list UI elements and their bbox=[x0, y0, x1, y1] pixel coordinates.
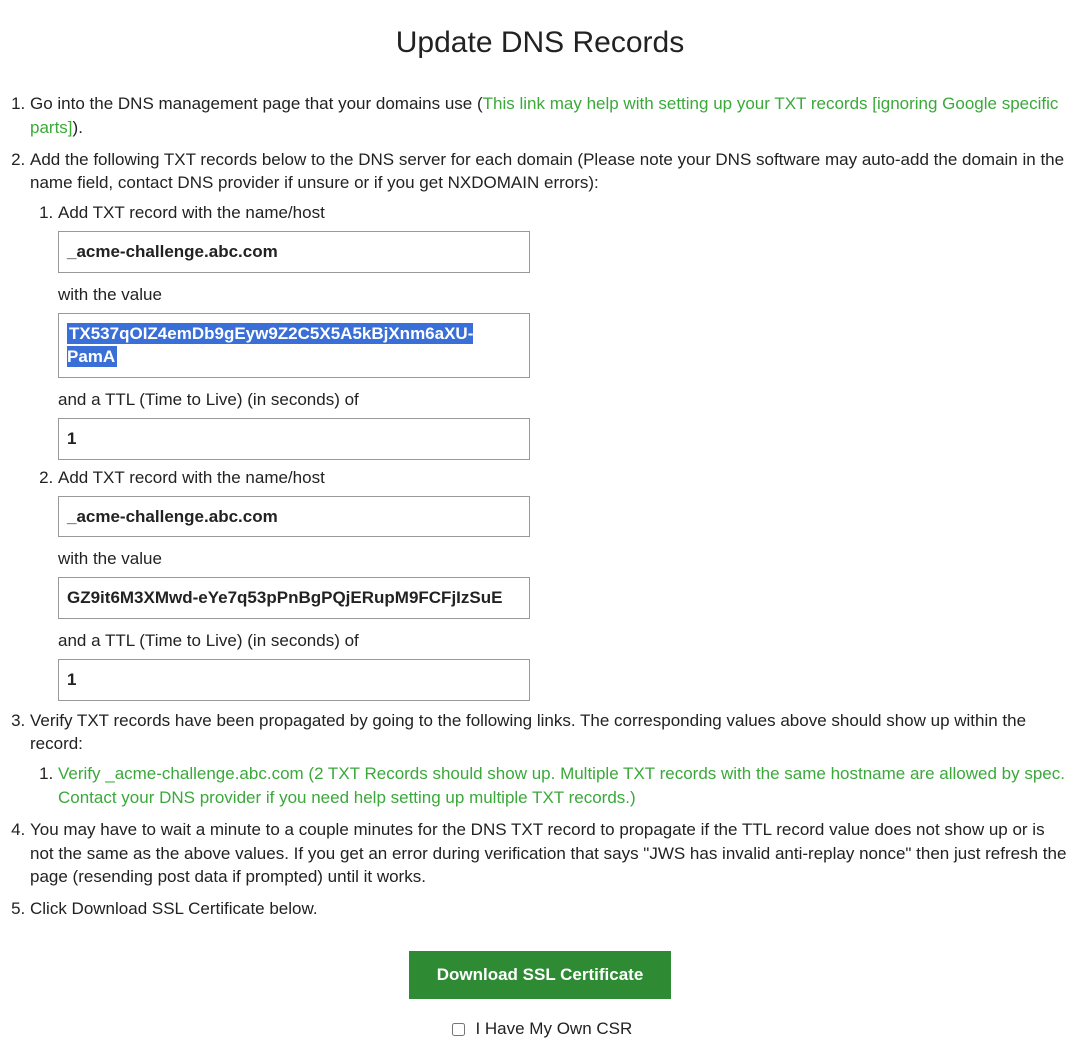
step-3: Verify TXT records have been propagated … bbox=[30, 709, 1068, 810]
own-csr-label: I Have My Own CSR bbox=[475, 1019, 632, 1038]
download-ssl-button[interactable]: Download SSL Certificate bbox=[409, 951, 672, 999]
record-1-host-input[interactable]: _acme-challenge.abc.com bbox=[58, 231, 530, 273]
record-2-ttl-label: and a TTL (Time to Live) (in seconds) of bbox=[58, 629, 1068, 653]
record-2-intro: Add TXT record with the name/host bbox=[58, 468, 325, 487]
step-3-text: Verify TXT records have been propagated … bbox=[30, 711, 1026, 754]
step-2: Add the following TXT records below to t… bbox=[30, 148, 1068, 701]
txt-records-list: Add TXT record with the name/host _acme-… bbox=[30, 201, 1068, 700]
record-1-intro: Add TXT record with the name/host bbox=[58, 203, 325, 222]
record-2-value-label: with the value bbox=[58, 547, 1068, 571]
step-2-text: Add the following TXT records below to t… bbox=[30, 150, 1064, 193]
record-2-ttl-input[interactable]: 1 bbox=[58, 659, 530, 701]
page-title: Update DNS Records bbox=[12, 22, 1068, 64]
verify-item: Verify _acme-challenge.abc.com (2 TXT Re… bbox=[58, 762, 1068, 810]
verify-link[interactable]: Verify _acme-challenge.abc.com (2 TXT Re… bbox=[58, 764, 1065, 807]
step-4: You may have to wait a minute to a coupl… bbox=[30, 818, 1068, 889]
record-2-value-input[interactable]: GZ9it6M3XMwd-eYe7q53pPnBgPQjERupM9FCFjIz… bbox=[58, 577, 530, 619]
button-row: Download SSL Certificate bbox=[12, 951, 1068, 999]
record-1-value-input[interactable]: TX537qOIZ4emDb9gEyw9Z2C5X5A5kBjXnm6aXU-P… bbox=[58, 313, 530, 379]
step-1: Go into the DNS management page that you… bbox=[30, 92, 1068, 140]
record-2-host-input[interactable]: _acme-challenge.abc.com bbox=[58, 496, 530, 538]
step-5: Click Download SSL Certificate below. bbox=[30, 897, 1068, 921]
record-2: Add TXT record with the name/host _acme-… bbox=[58, 466, 1068, 701]
csr-checkbox-row: I Have My Own CSR bbox=[12, 1017, 1068, 1041]
record-1-ttl-input[interactable]: 1 bbox=[58, 418, 530, 460]
own-csr-checkbox[interactable] bbox=[452, 1023, 465, 1036]
step-1-post: ). bbox=[73, 118, 83, 137]
verify-list: Verify _acme-challenge.abc.com (2 TXT Re… bbox=[30, 762, 1068, 810]
record-1-value-label: with the value bbox=[58, 283, 1068, 307]
record-1: Add TXT record with the name/host _acme-… bbox=[58, 201, 1068, 460]
record-1-ttl-label: and a TTL (Time to Live) (in seconds) of bbox=[58, 388, 1068, 412]
instructions-list: Go into the DNS management page that you… bbox=[12, 92, 1068, 921]
step-1-pre: Go into the DNS management page that you… bbox=[30, 94, 483, 113]
record-1-value-text: TX537qOIZ4emDb9gEyw9Z2C5X5A5kBjXnm6aXU-P… bbox=[67, 323, 473, 368]
